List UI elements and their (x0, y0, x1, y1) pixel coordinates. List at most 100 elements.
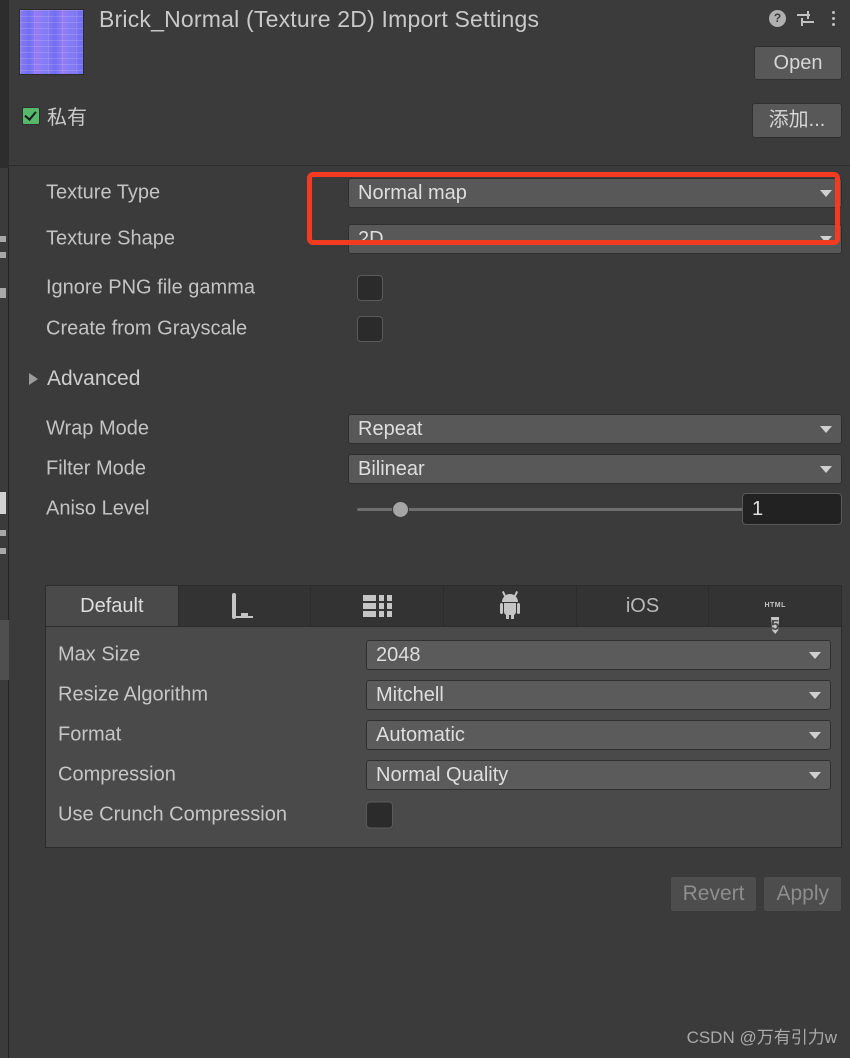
tab-default[interactable]: Default (46, 586, 179, 626)
header-divider (9, 165, 850, 166)
row-use-crunch-compression: Use Crunch Compression (46, 795, 841, 835)
filter-mode-value: Bilinear (358, 457, 425, 480)
compression-label: Compression (58, 763, 176, 786)
tab-android[interactable] (444, 586, 577, 626)
row-create-from-grayscale: Create from Grayscale (9, 309, 850, 349)
resize-algorithm-value: Mitchell (376, 683, 444, 706)
row-resize-algorithm: Resize Algorithm Mitchell (46, 675, 841, 715)
texture-thumbnail[interactable] (19, 9, 84, 75)
private-checkbox-row[interactable]: 私有 (22, 101, 87, 130)
max-size-label: Max Size (58, 643, 141, 666)
texture-shape-dropdown[interactable]: 2D (348, 224, 842, 254)
html5-word: HTML (764, 602, 786, 609)
row-filter-mode: Filter Mode Bilinear (9, 449, 850, 489)
create-from-grayscale-label: Create from Grayscale (46, 317, 248, 340)
format-dropdown[interactable]: Automatic (366, 720, 831, 750)
row-texture-shape: Texture Shape 2D (9, 219, 850, 259)
chevron-down-icon (820, 466, 832, 473)
preset-icon[interactable] (796, 9, 815, 28)
max-size-dropdown[interactable]: 2048 (366, 640, 831, 670)
chevron-down-icon (820, 236, 832, 243)
open-button[interactable]: Open (754, 46, 842, 80)
advanced-label: Advanced (47, 367, 141, 390)
add-button[interactable]: 添加... (752, 103, 842, 138)
settings-body: Texture Type Normal map Texture Shape 2D… (9, 167, 850, 529)
chevron-down-icon (809, 692, 821, 699)
texture-type-label: Texture Type (46, 181, 161, 204)
platform-settings-panel: Max Size 2048 Resize Algorithm Mitchell … (45, 626, 842, 848)
ignore-png-gamma-checkbox[interactable] (357, 275, 383, 301)
edge-fragment (0, 530, 6, 536)
private-checkbox[interactable] (22, 106, 40, 125)
texture-type-value: Normal map (358, 181, 467, 204)
tab-standalone[interactable] (178, 586, 312, 626)
row-max-size: Max Size 2048 (46, 635, 841, 675)
platform-tab-bar: Default iOS HTML 5 (45, 585, 842, 634)
page-title: Brick_Normal (Texture 2D) Import Setting… (99, 6, 540, 32)
resize-algorithm-label: Resize Algorithm (58, 683, 209, 706)
inspector-window: Brick_Normal (Texture 2D) Import Setting… (0, 0, 850, 1058)
inspector-header: Brick_Normal (Texture 2D) Import Setting… (9, 0, 850, 166)
edge-fragment-highlight (0, 492, 6, 514)
aniso-level-slider[interactable] (357, 499, 743, 519)
html5-digit: 5 (771, 617, 780, 634)
texture-type-dropdown[interactable]: Normal map (348, 178, 842, 208)
tab-ios-label: iOS (625, 594, 660, 617)
edge-dark-top (0, 0, 9, 168)
edge-fragment (0, 236, 6, 242)
slider-handle[interactable] (391, 501, 409, 518)
filter-mode-label: Filter Mode (46, 457, 147, 480)
apply-button[interactable]: Apply (763, 876, 842, 912)
chevron-down-icon (820, 190, 832, 197)
tab-ios[interactable]: iOS (576, 586, 710, 626)
compression-value: Normal Quality (376, 763, 509, 786)
chevron-right-icon (29, 373, 38, 385)
chevron-down-icon (809, 732, 821, 739)
resize-algorithm-dropdown[interactable]: Mitchell (366, 680, 831, 710)
slider-track (357, 508, 743, 511)
filter-mode-dropdown[interactable]: Bilinear (348, 454, 842, 484)
format-label: Format (58, 723, 122, 746)
platform-settings-box: Default iOS HTML 5 Max Size 2048 Resize … (45, 585, 842, 848)
edge-fragment (0, 288, 6, 298)
adjacent-panel-edge-strip (0, 0, 9, 1058)
footer-button-group: Revert Apply (669, 876, 842, 912)
row-compression: Compression Normal Quality (46, 755, 841, 795)
chevron-down-icon (809, 652, 821, 659)
help-icon[interactable]: ? (768, 9, 787, 28)
watermark: CSDN @万有引力w (686, 1028, 837, 1047)
tab-webgl[interactable]: HTML 5 (709, 586, 842, 634)
advanced-foldout[interactable]: Advanced (9, 357, 850, 401)
tab-default-label: Default (80, 594, 144, 617)
kebab-menu-icon[interactable] (824, 9, 843, 28)
tab-dedicated-server[interactable] (311, 586, 445, 626)
wrap-mode-dropdown[interactable]: Repeat (348, 414, 842, 444)
compression-dropdown[interactable]: Normal Quality (366, 760, 831, 790)
edge-fragment (0, 548, 6, 554)
format-value: Automatic (376, 723, 465, 746)
texture-shape-label: Texture Shape (46, 227, 175, 250)
chevron-down-icon (809, 772, 821, 779)
chevron-down-icon (820, 426, 832, 433)
private-checkbox-label: 私有 (47, 107, 87, 129)
wrap-mode-label: Wrap Mode (46, 417, 150, 440)
create-from-grayscale-checkbox[interactable] (357, 316, 383, 342)
aniso-level-label: Aniso Level (46, 497, 150, 520)
html5-icon: HTML 5 (761, 590, 789, 634)
use-crunch-compression-label: Use Crunch Compression (58, 803, 287, 826)
row-texture-type: Texture Type Normal map (9, 167, 850, 219)
row-ignore-png-gamma: Ignore PNG file gamma (9, 267, 850, 309)
row-format: Format Automatic (46, 715, 841, 755)
wrap-mode-value: Repeat (358, 417, 423, 440)
android-icon (499, 590, 520, 619)
server-icon (362, 595, 392, 617)
revert-button[interactable]: Revert (669, 876, 758, 912)
monitor-icon (232, 593, 257, 619)
row-aniso-level: Aniso Level 1 (9, 489, 850, 529)
edge-fragment (0, 252, 6, 258)
use-crunch-compression-checkbox[interactable] (366, 801, 393, 829)
max-size-value: 2048 (376, 643, 421, 666)
aniso-level-value-field[interactable]: 1 (742, 493, 842, 525)
header-icon-group: ? (768, 9, 843, 28)
edge-scroll-thumb[interactable] (0, 620, 9, 680)
